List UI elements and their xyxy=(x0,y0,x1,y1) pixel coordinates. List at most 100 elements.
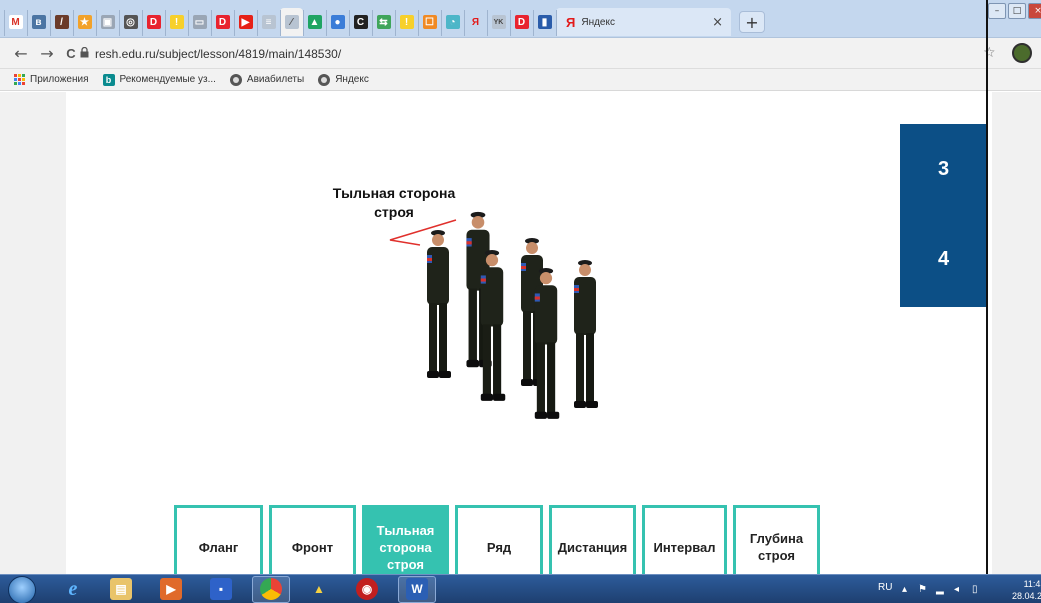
pen-icon: / xyxy=(54,15,69,29)
slide-number-3[interactable]: 3 xyxy=(938,158,949,181)
drive-icon: ▲ xyxy=(307,15,322,29)
close-window-button[interactable]: × xyxy=(1028,3,1041,19)
soldier-figure xyxy=(534,267,560,419)
tab-arrows[interactable]: ⇆ xyxy=(372,8,395,36)
tab-globe[interactable]: ◎ xyxy=(119,8,142,36)
tab-d3[interactable]: D xyxy=(510,8,533,36)
globe-icon xyxy=(318,73,331,86)
bookmark-recommended[interactable]: b Рекомендуемые уз... xyxy=(102,73,216,86)
internet-explorer-icon[interactable]: e xyxy=(62,578,84,600)
tab-yellow2[interactable]: ! xyxy=(395,8,418,36)
tab-ya1[interactable]: Я xyxy=(464,8,487,36)
image-icon: ▣ xyxy=(100,15,115,29)
tab-image[interactable]: ▣ xyxy=(96,8,119,36)
address-toolbar: ← → C resh.edu.ru/subject/lesson/4819/ma… xyxy=(0,38,1041,69)
tab-doc[interactable]: ≡ xyxy=(257,8,280,36)
tab-resh[interactable]: ⁄ xyxy=(280,8,303,36)
presentation-icon: ▭ xyxy=(192,15,207,29)
url-field[interactable]: resh.edu.ru/subject/lesson/4819/main/148… xyxy=(95,47,341,61)
bookmark-label: Приложения xyxy=(30,74,89,85)
bing-icon: b xyxy=(102,73,115,86)
bookmark-label: Авиабилеты xyxy=(246,74,305,85)
tab-drive[interactable]: ▲ xyxy=(303,8,326,36)
start-button[interactable] xyxy=(8,576,36,603)
yellow-icon: ! xyxy=(399,15,414,29)
forward-button[interactable]: → xyxy=(38,44,56,63)
bookmark-yandex[interactable]: Яндекс xyxy=(318,73,369,86)
tab-pin[interactable]: ● xyxy=(326,8,349,36)
tab-youtube[interactable]: ▶ xyxy=(234,8,257,36)
back-button[interactable]: ← xyxy=(12,44,30,63)
bookmarks-bar: Приложения b Рекомендуемые уз... Авиабил… xyxy=(0,69,1041,91)
term-front[interactable]: Фронт xyxy=(269,505,356,574)
network-icon[interactable]: ▂ xyxy=(936,584,944,595)
battery-icon[interactable]: ▯ xyxy=(972,584,978,595)
word-icon[interactable]: W xyxy=(406,578,428,600)
tab-c[interactable]: C xyxy=(349,8,372,36)
yandex-icon: Я xyxy=(471,16,480,28)
media-player-icon[interactable]: ▶ xyxy=(160,578,182,600)
tab-pen[interactable]: / xyxy=(50,8,73,36)
tab-pres[interactable]: ▭ xyxy=(188,8,211,36)
tab-yk[interactable]: YK xyxy=(487,8,510,36)
tab-orange[interactable]: ☐ xyxy=(418,8,441,36)
file-explorer-icon[interactable]: ▤ xyxy=(110,578,132,600)
bookmark-label: Яндекс xyxy=(335,74,369,85)
d-icon: D xyxy=(215,15,230,29)
soldier-figures xyxy=(427,211,598,419)
bookmark-aviabilety[interactable]: Авиабилеты xyxy=(229,73,305,86)
window-controls: – □ × xyxy=(988,3,1041,19)
term-interval[interactable]: Интервал xyxy=(642,505,727,574)
caption-line: Тыльная сторона xyxy=(332,185,456,201)
term-options: Фланг Фронт Тыльная сторона строя Ряд Ди… xyxy=(174,505,826,574)
language-indicator[interactable]: RU xyxy=(878,582,892,593)
maximize-button[interactable]: □ xyxy=(1008,3,1026,19)
save-floppy-icon[interactable]: ▪ xyxy=(210,578,232,600)
tab-book[interactable]: ▮ xyxy=(533,8,556,36)
vk-icon: в xyxy=(31,15,46,29)
close-tab-icon[interactable]: × xyxy=(712,15,723,30)
term-flang[interactable]: Фланг xyxy=(174,505,263,574)
profile-avatar[interactable] xyxy=(1012,43,1032,63)
tab-star[interactable]: ★ xyxy=(73,8,96,36)
term-distance[interactable]: Дистанция xyxy=(549,505,636,574)
term-depth[interactable]: Глубина строя xyxy=(733,505,820,574)
arrows-icon: ⇆ xyxy=(376,15,391,29)
tab-yandex[interactable]: Я Яндекс × xyxy=(556,8,731,36)
new-tab-button[interactable]: + xyxy=(739,11,765,33)
chrome-icon[interactable] xyxy=(260,578,282,600)
tab-d2[interactable]: D xyxy=(211,8,234,36)
reload-button[interactable]: C xyxy=(62,46,80,61)
term-row[interactable]: Ряд xyxy=(455,505,543,574)
system-clock[interactable]: 11:43 28.04.2020 xyxy=(1012,578,1041,602)
apps-icon xyxy=(14,74,25,85)
yk-icon: YK xyxy=(491,15,506,29)
tab-list: M в / ★ ▣ ◎ D ! ▭ D ▶ ≡ ⁄ ▲ ● C ⇆ ! ☐ ◔ … xyxy=(4,8,765,38)
minimize-button[interactable]: – xyxy=(988,3,1006,19)
flag-icon[interactable]: ⚑ xyxy=(918,584,927,595)
tab-gmail[interactable]: M xyxy=(4,8,27,36)
star-site-icon: ★ xyxy=(77,15,92,29)
show-hidden-icons-icon[interactable]: ▴ xyxy=(902,584,907,595)
opera-icon[interactable]: ◉ xyxy=(356,578,378,600)
term-rear-side[interactable]: Тыльная сторона строя xyxy=(362,505,449,574)
gmail-icon: M xyxy=(8,15,23,29)
bookmark-label: Рекомендуемые уз... xyxy=(119,74,216,85)
clock-date: 28.04.2020 xyxy=(1012,591,1041,601)
document-icon: ≡ xyxy=(261,15,276,29)
volume-icon[interactable]: ◂ xyxy=(954,584,959,595)
bookmark-star-icon[interactable]: ☆ xyxy=(983,45,996,61)
d-icon: D xyxy=(146,15,161,29)
slide-number-4[interactable]: 4 xyxy=(938,248,949,271)
soldier-figure xyxy=(427,230,451,378)
bookmark-apps[interactable]: Приложения xyxy=(14,74,89,85)
tab-d1[interactable]: D xyxy=(142,8,165,36)
tab-vk[interactable]: в xyxy=(27,8,50,36)
tab-speed[interactable]: ◔ xyxy=(441,8,464,36)
orange-icon: ☐ xyxy=(422,15,437,29)
slide-navigation: 3 4 xyxy=(900,124,986,307)
soldier-figure xyxy=(574,260,598,408)
tab-yellow[interactable]: ! xyxy=(165,8,188,36)
drive-icon[interactable]: ▲ xyxy=(308,578,330,600)
globe-icon xyxy=(229,73,242,86)
